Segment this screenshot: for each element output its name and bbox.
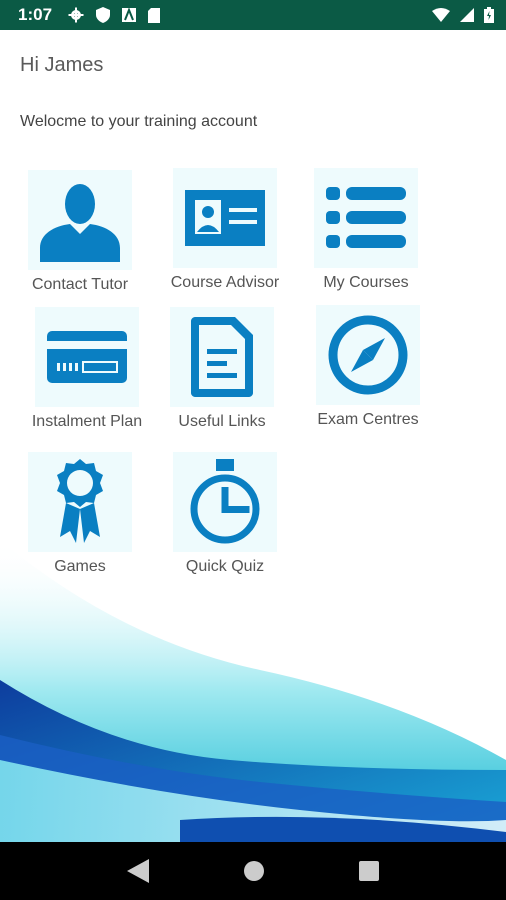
credit-card-icon: [47, 331, 127, 383]
id-card-icon: [185, 190, 265, 246]
compass-icon: [328, 315, 408, 395]
tile-label: Instalment Plan: [31, 413, 143, 430]
exam-centres-icon-box: [316, 305, 420, 405]
contact-tutor-icon-box: [28, 170, 132, 270]
games-icon-box: [28, 452, 132, 552]
quick-quiz-icon-box: [173, 452, 277, 552]
tile-label: Quick Quiz: [185, 558, 265, 575]
signal-icon: [460, 8, 474, 22]
tile-label: Contact Tutor: [31, 276, 129, 293]
list-icon: [326, 187, 406, 248]
tile-label: Useful Links: [178, 413, 266, 430]
useful-links-icon-box: [170, 307, 274, 407]
tile-label: Course Advisor: [170, 274, 280, 291]
battery-icon: [484, 7, 494, 23]
instalment-plan-icon-box: [35, 307, 139, 407]
shield-icon: [96, 7, 111, 23]
tile-course-advisor[interactable]: Course Advisor: [150, 168, 300, 292]
tile-contact-tutor[interactable]: Contact Tutor: [5, 170, 155, 294]
gear-icon: [68, 7, 84, 23]
tile-useful-links[interactable]: Useful Links: [147, 307, 297, 431]
navigation-bar: [0, 842, 506, 900]
tile-quick-quiz[interactable]: Quick Quiz: [150, 452, 300, 576]
tile-games[interactable]: Games: [5, 452, 155, 576]
tile-instalment-plan[interactable]: Instalment Plan: [12, 307, 162, 431]
course-advisor-icon-box: [173, 168, 277, 268]
sd-card-icon: [148, 7, 161, 23]
wifi-icon: [432, 8, 450, 22]
status-notification-icons: [68, 7, 161, 23]
app-a-icon: [122, 8, 137, 22]
status-bar: 1:07: [0, 0, 506, 30]
back-icon[interactable]: [127, 859, 149, 883]
welcome-message: Welocme to your training account: [20, 113, 258, 130]
award-ribbon-icon: [57, 459, 103, 543]
tile-label: Exam Centres: [317, 411, 419, 428]
home-icon[interactable]: [243, 860, 265, 882]
person-icon: [40, 184, 120, 262]
status-time: 1:07: [18, 5, 53, 24]
tile-label: Games: [54, 558, 106, 575]
document-icon: [191, 317, 253, 397]
stopwatch-icon: [190, 459, 260, 544]
status-system-icons: [432, 7, 494, 23]
tile-exam-centres[interactable]: Exam Centres: [293, 305, 443, 429]
recents-icon[interactable]: [359, 861, 379, 881]
my-courses-icon-box: [314, 168, 418, 268]
tile-label: My Courses: [323, 274, 409, 291]
greeting-title: Hi James: [20, 54, 104, 76]
tile-my-courses[interactable]: My Courses: [291, 168, 441, 292]
